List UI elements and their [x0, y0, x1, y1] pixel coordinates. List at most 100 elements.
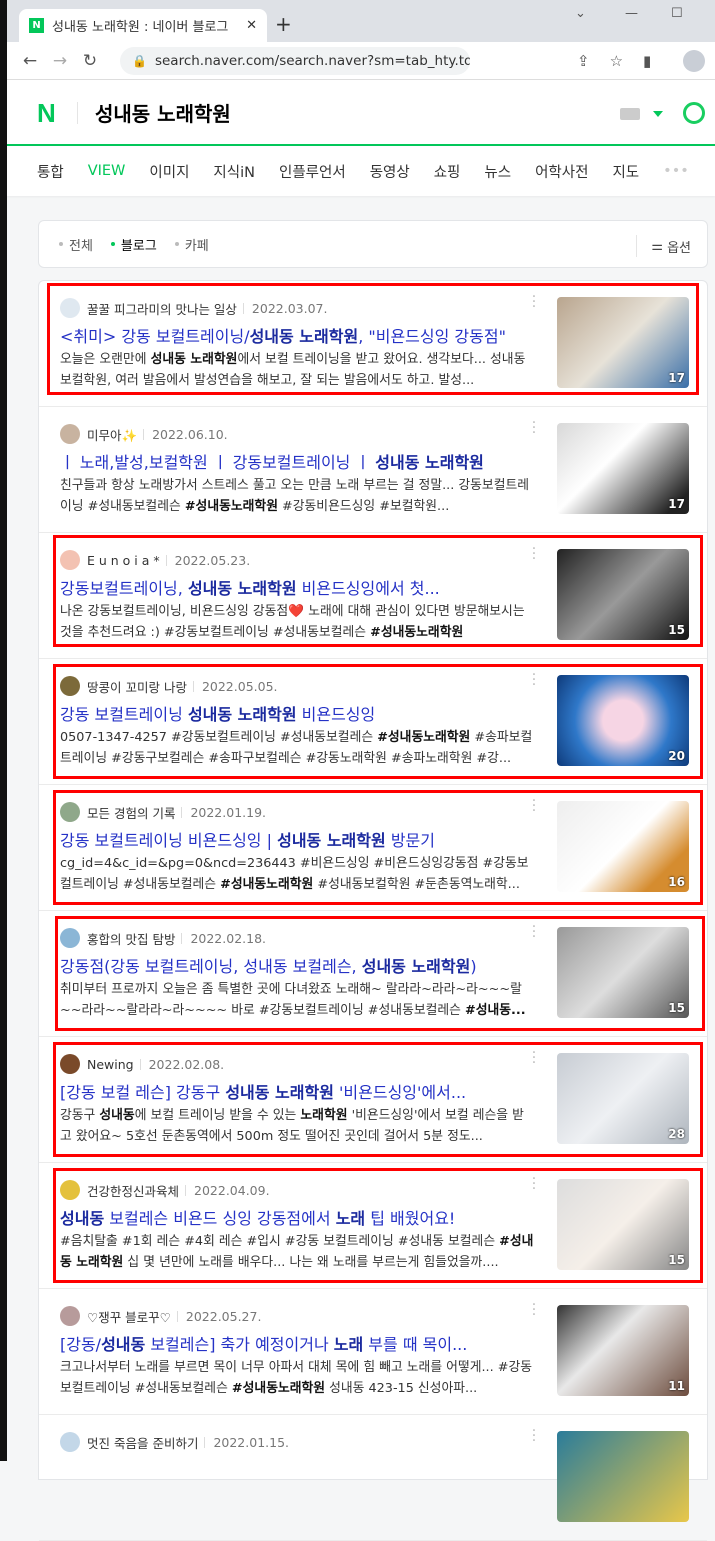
share-icon[interactable]: ⇪ [577, 52, 590, 70]
result-title-link[interactable]: 강동보컬트레이닝, 성내동 노래학원 비욘드싱잉에서 첫... [60, 575, 540, 599]
result-title-link[interactable]: 강동 보컬트레이닝 성내동 노래학원 비욘드싱잉 [60, 701, 540, 725]
result-thumbnail[interactable]: 15 [557, 927, 689, 1018]
profile-avatar[interactable] [683, 50, 705, 72]
naver-logo[interactable]: N [37, 98, 56, 129]
more-options-icon[interactable]: · · · [531, 1046, 537, 1070]
result-thumbnail[interactable]: 16 [557, 801, 689, 892]
keyboard-icon[interactable] [620, 108, 640, 120]
bookmark-star-icon[interactable]: ☆ [610, 52, 623, 70]
options-button[interactable]: ⚌ 옵션 [636, 235, 691, 257]
search-input[interactable]: 성내동 노래학원 [95, 98, 231, 127]
result-thumbnail[interactable]: 15 [557, 1179, 689, 1270]
result-title-link[interactable]: [강동 보컬 레슨] 강동구 성내동 노래학원 '비욘드싱잉'에서... [60, 1079, 540, 1103]
result-thumbnail[interactable]: 17 [557, 423, 689, 514]
reload-icon[interactable]: ↻ [75, 51, 105, 71]
more-options-icon[interactable]: · · · [531, 416, 537, 440]
new-tab-icon[interactable]: + [275, 12, 292, 36]
image-count-badge: 17 [668, 497, 685, 511]
url-field[interactable]: 🔒 search.naver.com/search.naver?sm=tab_ht… [120, 47, 470, 75]
filter-1[interactable]: 블로그 [110, 235, 157, 254]
author-row[interactable]: 홍합의 맛집 탐방 2022.02.18. [60, 928, 266, 948]
author-row[interactable]: ♡쟁꾸 블로꾸♡ 2022.05.27. [60, 1306, 261, 1326]
author-avatar[interactable] [60, 550, 80, 570]
author-name[interactable]: 미무아✨ [87, 425, 137, 444]
result-item: 땅콩이 꼬미랑 나랑 2022.05.05. · · · 강동 보컬트레이닝 성내동 노래… [39, 659, 707, 785]
author-name[interactable]: 모든 경험의 기록 [87, 803, 175, 822]
author-row[interactable]: E u n o i a * 2022.05.23. [60, 550, 250, 570]
author-avatar[interactable] [60, 928, 80, 948]
author-avatar[interactable] [60, 676, 80, 696]
title-segment: [강동 보컬 레슨] 강동구 [60, 1083, 226, 1102]
tab-0[interactable]: 통합 [37, 161, 64, 182]
more-options-icon[interactable]: · · · [531, 542, 537, 566]
result-thumbnail[interactable]: 11 [557, 1305, 689, 1396]
result-thumbnail[interactable] [557, 1431, 689, 1522]
back-icon[interactable]: ← [15, 51, 45, 71]
author-row[interactable]: 땅콩이 꼬미랑 나랑 2022.05.05. [60, 676, 278, 696]
author-name[interactable]: 홍합의 맛집 탐방 [87, 929, 175, 948]
author-avatar[interactable] [60, 424, 80, 444]
author-avatar[interactable] [60, 1180, 80, 1200]
more-options-icon[interactable]: · · · [531, 920, 537, 944]
author-name[interactable]: 멋진 죽음을 준비하기 [87, 1433, 198, 1452]
tab-1[interactable]: VIEW [88, 163, 126, 179]
author-avatar[interactable] [60, 298, 80, 318]
author-row[interactable]: 꿀꿀 피그라미의 맛나는 일상 2022.03.07. [60, 298, 327, 318]
search-icon[interactable] [683, 102, 705, 124]
more-options-icon[interactable]: · · · [531, 290, 537, 314]
author-avatar[interactable] [60, 1054, 80, 1074]
author-row[interactable]: 모든 경험의 기록 2022.01.19. [60, 802, 266, 822]
title-segment: ) [470, 957, 477, 976]
result-title-link[interactable]: 강동 보컬트레이닝 비욘드싱잉 | 성내동 노래학원 방문기 [60, 827, 540, 851]
author-name[interactable]: 땅콩이 꼬미랑 나랑 [87, 677, 187, 696]
tab-8[interactable]: 어학사전 [535, 161, 588, 182]
author-avatar[interactable] [60, 802, 80, 822]
author-name[interactable]: 건강한정신과육체 [87, 1181, 179, 1200]
result-snippet: cg_id=4&c_id=&pg=0&ncd=236443 #비욘드싱잉 #비욘… [60, 853, 535, 895]
result-title-link[interactable]: ㅣ 노래,발성,보컬학원 ㅣ 강동보컬트레이닝 ㅣ 성내동 노래학원 [60, 449, 540, 473]
result-title-link[interactable]: [강동/성내동 보컬레슨] 축가 예정이거나 노래 부를 때 목이... [60, 1331, 540, 1355]
tab-search-icon[interactable]: ⌄ [575, 6, 586, 21]
more-options-icon[interactable]: · · · [531, 668, 537, 692]
tab-3[interactable]: 지식iN [213, 161, 255, 182]
tab-4[interactable]: 인플루언서 [279, 161, 346, 182]
tab-5[interactable]: 동영상 [370, 161, 410, 182]
more-tabs-icon[interactable]: ••• [663, 163, 689, 179]
autocomplete-toggle-icon[interactable] [653, 111, 663, 117]
author-name[interactable]: Newing [87, 1057, 134, 1072]
result-thumbnail[interactable]: 17 [557, 297, 689, 388]
result-snippet: 오늘은 오랜만에 성내동 노래학원에서 보컬 트레이닝을 받고 왔어요. 생각보… [60, 349, 535, 391]
tab-2[interactable]: 이미지 [149, 161, 189, 182]
author-row[interactable]: 건강한정신과육체 2022.04.09. [60, 1180, 270, 1200]
author-name[interactable]: 꿀꿀 피그라미의 맛나는 일상 [87, 299, 237, 318]
filter-0[interactable]: 전체 [59, 235, 93, 254]
tab-7[interactable]: 뉴스 [484, 161, 511, 182]
result-thumbnail[interactable]: 28 [557, 1053, 689, 1144]
author-name[interactable]: ♡쟁꾸 블로꾸♡ [87, 1307, 171, 1326]
tab-9[interactable]: 지도 [612, 161, 639, 182]
result-title-link[interactable]: 강동점(강동 보컬트레이닝, 성내동 보컬레슨, 성내동 노래학원) [60, 953, 540, 977]
minimize-icon[interactable]: — [625, 6, 638, 21]
result-title-link[interactable]: 성내동 보컬레슨 비욘드 싱잉 강동점에서 노래 팁 배웠어요! [60, 1205, 540, 1229]
result-thumbnail[interactable]: 15 [557, 549, 689, 640]
more-options-icon[interactable]: · · · [531, 1172, 537, 1196]
tab-6[interactable]: 쇼핑 [434, 161, 461, 182]
result-snippet: 친구들과 항상 노래방가서 스트레스 풀고 오는 만큼 노래 부르는 걸 정말.… [60, 475, 535, 517]
forward-icon[interactable]: → [45, 51, 75, 71]
browser-tab[interactable]: N 성내동 노래학원 : 네이버 블로그 ✕ [19, 9, 267, 42]
close-tab-icon[interactable]: ✕ [246, 18, 257, 33]
sidepanel-icon[interactable]: ▮ [643, 52, 651, 70]
author-row[interactable]: 멋진 죽음을 준비하기 2022.01.15. [60, 1432, 289, 1452]
more-options-icon[interactable]: · · · [531, 1424, 537, 1448]
author-row[interactable]: Newing 2022.02.08. [60, 1054, 224, 1074]
more-options-icon[interactable]: · · · [531, 794, 537, 818]
author-name[interactable]: E u n o i a * [87, 553, 160, 568]
result-thumbnail[interactable]: 20 [557, 675, 689, 766]
filter-2[interactable]: 카페 [174, 235, 209, 254]
more-options-icon[interactable]: · · · [531, 1298, 537, 1322]
maximize-icon[interactable]: ☐ [671, 6, 683, 21]
result-title-link[interactable]: <취미> 강동 보컬트레이닝/성내동 노래학원, "비욘드싱잉 강동점" [60, 323, 540, 347]
author-avatar[interactable] [60, 1432, 80, 1452]
author-row[interactable]: 미무아✨ 2022.06.10. [60, 424, 228, 444]
author-avatar[interactable] [60, 1306, 80, 1326]
